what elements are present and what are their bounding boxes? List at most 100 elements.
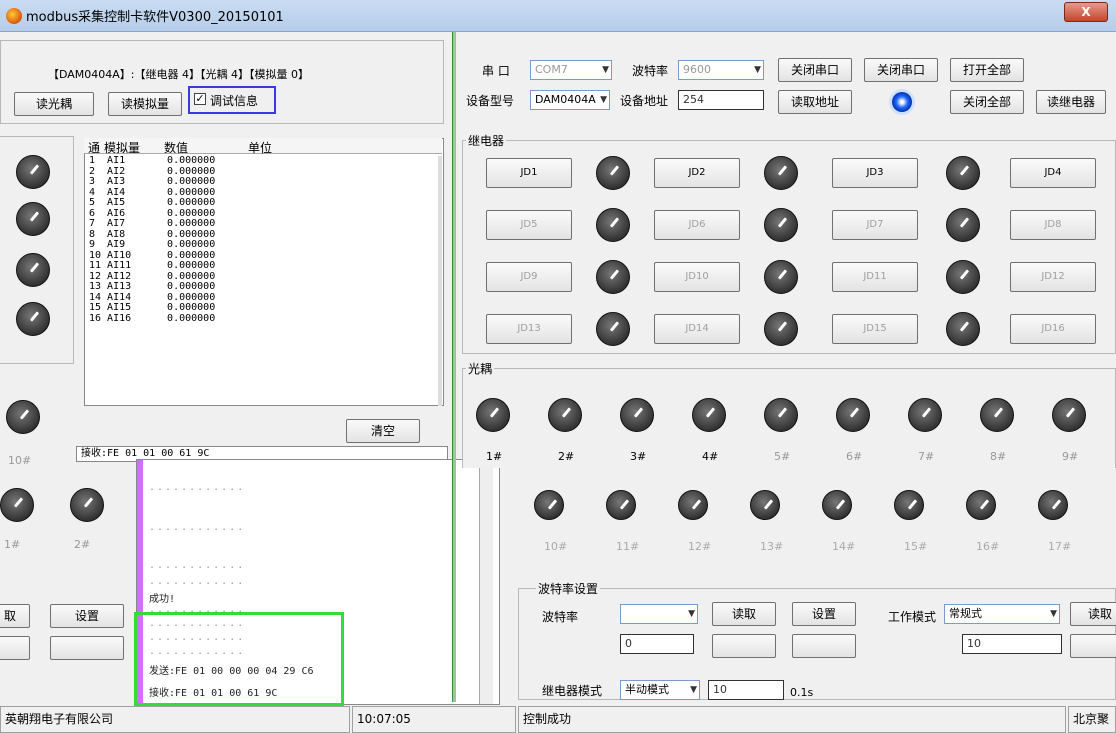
table-row[interactable]: 11 AI11 0.000000 bbox=[86, 260, 244, 272]
relay-button-jd8[interactable]: JD8 bbox=[1010, 210, 1096, 240]
table-cell-name: AI9 bbox=[107, 239, 126, 250]
table-cell-value: 0.000000 bbox=[167, 155, 216, 166]
window-title: modbus采集控制卡软件V0300_20150101 bbox=[26, 10, 284, 25]
relay-button-jd14[interactable]: JD14 bbox=[654, 314, 740, 344]
work-mode-label: 工作模式 bbox=[888, 610, 937, 624]
table-row[interactable]: 7 AI7 0.000000 bbox=[86, 218, 244, 230]
opto-status-knob-icon bbox=[836, 398, 870, 432]
log-scrollbar[interactable] bbox=[479, 460, 493, 704]
bs-address-input[interactable]: 0 bbox=[620, 634, 694, 654]
relay-button-jd5[interactable]: JD5 bbox=[486, 210, 572, 240]
relay-button-jd6[interactable]: JD6 bbox=[654, 210, 740, 240]
opto-label: 13# bbox=[760, 540, 784, 553]
close-all-button[interactable]: 关闭全部 bbox=[950, 90, 1024, 114]
opto-label: 12# bbox=[688, 540, 712, 553]
stub-button[interactable] bbox=[0, 636, 30, 660]
read-relay-button[interactable]: 读继电器 bbox=[1036, 90, 1106, 114]
bs-stub-button[interactable] bbox=[1070, 634, 1116, 658]
opto-status-knob-icon bbox=[692, 398, 726, 432]
app-logo-icon bbox=[6, 8, 22, 24]
clear-button[interactable]: 清空 bbox=[346, 419, 420, 443]
close-port-button[interactable]: 关闭串口 bbox=[778, 58, 852, 82]
status-knob-icon bbox=[16, 253, 50, 287]
bs-read2-button[interactable] bbox=[712, 634, 776, 658]
status-company: 英朝翔电子有限公司 bbox=[0, 706, 350, 733]
table-cell-value: 0.000000 bbox=[167, 218, 216, 229]
stub-button[interactable] bbox=[50, 636, 124, 660]
relay-button-jd4[interactable]: JD4 bbox=[1010, 158, 1096, 188]
relay-time-input[interactable]: 10 bbox=[708, 680, 784, 700]
relay-mode-select[interactable]: 半动模式 bbox=[620, 680, 700, 700]
table-row[interactable]: 5 AI5 0.000000 bbox=[86, 197, 244, 209]
model-select[interactable]: DAM0404A bbox=[530, 90, 610, 110]
status-time: 10:07:05 bbox=[352, 706, 516, 733]
opto-status-knob-icon bbox=[822, 490, 852, 520]
work-mode-read-button[interactable]: 读取 bbox=[1070, 602, 1116, 626]
debug-info-checkbox[interactable]: ✓ bbox=[194, 93, 206, 105]
relay-button-jd10[interactable]: JD10 bbox=[654, 262, 740, 292]
table-cell-ch: 9 bbox=[89, 239, 96, 250]
table-row[interactable]: 3 AI3 0.000000 bbox=[86, 176, 244, 188]
work-mode-select[interactable]: 常规式 bbox=[944, 604, 1060, 624]
bs-set-button[interactable]: 设置 bbox=[792, 602, 856, 626]
read-analog-button[interactable]: 读模拟量 bbox=[108, 92, 182, 116]
read-address-button[interactable]: 读取地址 bbox=[778, 90, 852, 114]
relay-status-knob-icon bbox=[764, 312, 798, 346]
interval-input[interactable]: 10 bbox=[962, 634, 1062, 654]
table-cell-value: 0.000000 bbox=[167, 281, 216, 292]
bs-read-button[interactable]: 读取 bbox=[712, 602, 776, 626]
table-row[interactable]: 1 AI1 0.000000 bbox=[86, 155, 244, 167]
relay-button-jd13[interactable]: JD13 bbox=[486, 314, 572, 344]
bs-baud-select[interactable] bbox=[620, 604, 698, 624]
table-row[interactable]: 9 AI9 0.000000 bbox=[86, 239, 244, 251]
status-knob-icon bbox=[16, 302, 50, 336]
read-optocoupler-button[interactable]: 读光耦 bbox=[14, 92, 94, 116]
close-button[interactable]: X bbox=[1064, 2, 1108, 22]
relay-button-jd15[interactable]: JD15 bbox=[832, 314, 918, 344]
relay-button-jd2[interactable]: JD2 bbox=[654, 158, 740, 188]
panel-divider[interactable] bbox=[452, 32, 456, 702]
table-row[interactable]: 13 AI13 0.000000 bbox=[86, 281, 244, 293]
model-label: 设备型号 bbox=[466, 94, 515, 108]
relay-button-jd11[interactable]: JD11 bbox=[832, 262, 918, 292]
address-input[interactable]: 254 bbox=[678, 90, 764, 110]
opto-status-knob-icon bbox=[764, 398, 798, 432]
relay-button-jd16[interactable]: JD16 bbox=[1010, 314, 1096, 344]
opto-status-knob-icon bbox=[1038, 490, 1068, 520]
opto-label: 6# bbox=[846, 450, 863, 463]
relay-status-knob-icon bbox=[764, 260, 798, 294]
close-port-button-2[interactable]: 关闭串口 bbox=[864, 58, 938, 82]
table-row[interactable]: 16 AI16 0.000000 bbox=[86, 313, 244, 325]
port-select[interactable]: COM7 bbox=[530, 60, 612, 80]
relay-button-jd12[interactable]: JD12 bbox=[1010, 262, 1096, 292]
relay-button-jd7[interactable]: JD7 bbox=[832, 210, 918, 240]
relay-button-jd9[interactable]: JD9 bbox=[486, 262, 572, 292]
table-cell-ch: 13 bbox=[89, 281, 102, 292]
knob-label: 2# bbox=[74, 538, 91, 551]
set-button[interactable]: 设置 bbox=[50, 604, 124, 628]
log-line: ............ bbox=[149, 576, 246, 587]
baud-select[interactable]: 9600 bbox=[678, 60, 764, 80]
table-cell-value: 0.000000 bbox=[167, 260, 216, 271]
open-all-button[interactable]: 打开全部 bbox=[950, 58, 1024, 82]
opto-label: 11# bbox=[616, 540, 640, 553]
table-cell-name: AI7 bbox=[107, 218, 126, 229]
table-cell-name: AI5 bbox=[107, 197, 126, 208]
opto-status-knob-icon bbox=[980, 398, 1014, 432]
table-scrollbar[interactable] bbox=[438, 156, 442, 406]
table-cell-value: 0.000000 bbox=[167, 197, 216, 208]
status-knob-icon bbox=[16, 155, 50, 189]
log-highlight bbox=[134, 612, 344, 706]
knob-label: 1# bbox=[4, 538, 21, 551]
analog-table-header: 通 模拟量 数值 单位 bbox=[84, 138, 442, 155]
opto-label: 9# bbox=[1062, 450, 1079, 463]
relay-status-knob-icon bbox=[946, 260, 980, 294]
bs-set2-button[interactable] bbox=[792, 634, 856, 658]
relay-button-jd3[interactable]: JD3 bbox=[832, 158, 918, 188]
log-line: ............ bbox=[149, 560, 246, 571]
table-row[interactable]: 15 AI15 0.000000 bbox=[86, 302, 244, 314]
set-button-left[interactable]: 取 bbox=[0, 604, 30, 628]
opto-label: 5# bbox=[774, 450, 791, 463]
relay-button-jd1[interactable]: JD1 bbox=[486, 158, 572, 188]
opto-label: 7# bbox=[918, 450, 935, 463]
